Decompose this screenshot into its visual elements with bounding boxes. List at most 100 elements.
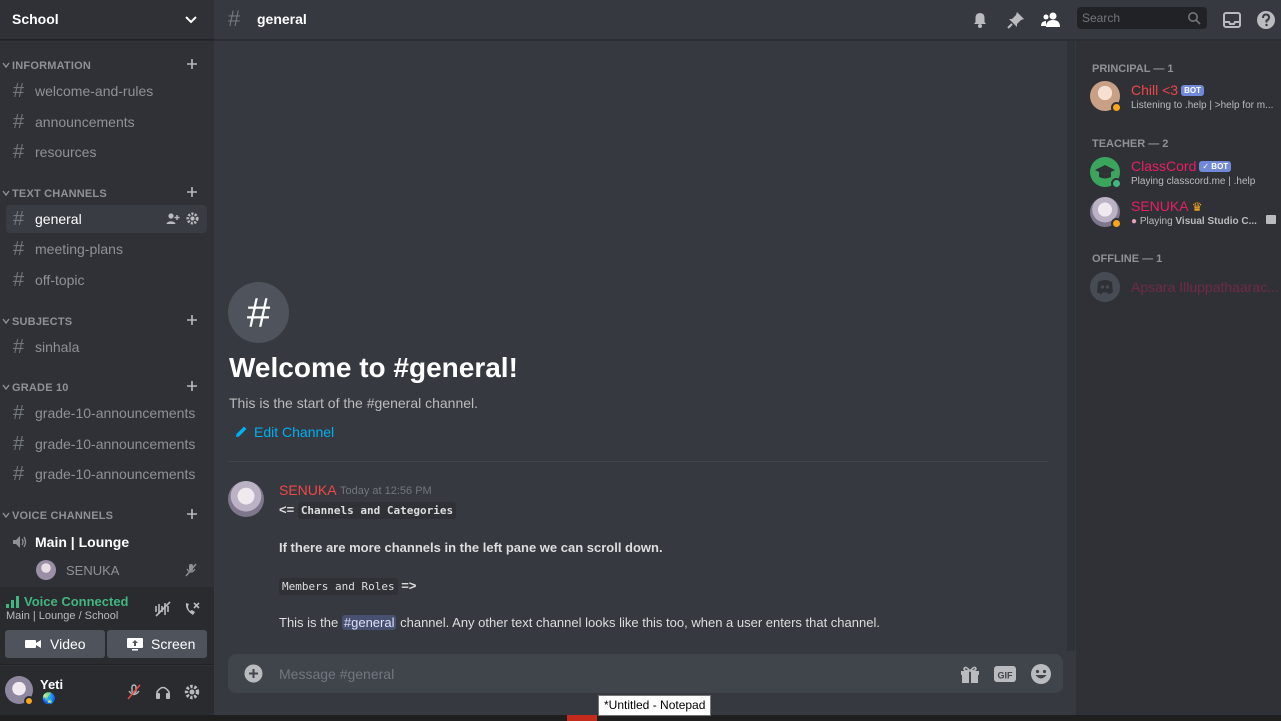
channel-label: general [35, 211, 82, 227]
status-indicator [1111, 178, 1122, 189]
inline-code: Channels and Categories [297, 502, 457, 519]
member-name: Apsara Illuppathaarac... [1131, 279, 1279, 295]
chat-scrollbar[interactable] [1067, 41, 1075, 651]
add-channel-icon[interactable] [186, 58, 198, 70]
category-information[interactable]: INFORMATION [0, 58, 214, 74]
welcome-title: Welcome to #general! [229, 352, 518, 383]
avatar [36, 560, 56, 580]
channel-label: grade-10-announcements [35, 405, 196, 421]
hash-icon: # [13, 433, 25, 455]
category-subjects[interactable]: SUBJECTS [0, 314, 214, 330]
channel-welcome-and-rules[interactable]: # welcome-and-rules [6, 77, 207, 105]
member-item[interactable]: SENUKA ♛ ● Playing Visual Studio C... [1090, 197, 1280, 233]
activity-name: Visual Studio C... [1175, 216, 1257, 227]
headphones-icon[interactable] [155, 684, 171, 700]
add-channel-icon[interactable] [186, 380, 198, 392]
search-input[interactable]: Search [1077, 7, 1207, 29]
add-channel-icon[interactable] [186, 186, 198, 198]
bot-badge: BOT [1181, 85, 1204, 96]
member-item[interactable]: Chill <3 BOT Listening to .help | >help f… [1090, 81, 1280, 117]
channel-label: meeting-plans [35, 241, 123, 257]
taskbar-tooltip: *Untitled - Notepad [598, 695, 712, 716]
message-input[interactable]: Message #general [279, 666, 394, 682]
member-activity: Listening to .help | >help for m... [1131, 100, 1274, 111]
message-line: This is the #general channel. Any other … [279, 615, 880, 630]
channel-label: resources [35, 144, 97, 160]
channel-meeting-plans[interactable]: # meeting-plans [6, 235, 207, 263]
channel-grade-10-announcements[interactable]: # grade-10-announcements [6, 430, 207, 458]
channel-header: # general Search [214, 0, 1281, 40]
taskbar-app-indicator[interactable] [567, 715, 597, 721]
hash-icon: # [13, 269, 25, 291]
category-voice-channels[interactable]: VOICE CHANNELS [0, 508, 214, 524]
voice-channel-label: Main | Lounge [35, 534, 130, 550]
add-attachment-icon[interactable] [244, 664, 263, 683]
member-item[interactable]: Apsara Illuppathaarac... [1090, 272, 1280, 308]
help-icon[interactable] [1256, 10, 1276, 30]
members-icon[interactable] [1041, 10, 1061, 30]
channel-off-topic[interactable]: # off-topic [6, 266, 207, 294]
user-panel: Yeti 🌏 [0, 666, 214, 721]
message-text: <= [279, 502, 295, 517]
bell-icon[interactable] [970, 10, 990, 30]
gif-label: GIF [998, 671, 1014, 681]
rich-presence-icon [1266, 215, 1276, 224]
hash-icon: # [13, 208, 25, 230]
channel-label: announcements [35, 114, 135, 130]
voice-channel-main-lounge[interactable]: Main | Lounge [6, 528, 207, 556]
message-area [214, 41, 1067, 653]
member-item[interactable]: ClassCord ✓ BOT Playing classcord.me | .h… [1090, 157, 1280, 193]
chevron-down-icon [2, 512, 10, 519]
inbox-icon[interactable] [1222, 10, 1242, 30]
message-author[interactable]: SENUKA [279, 482, 337, 498]
gift-icon[interactable] [959, 663, 981, 685]
channel-general[interactable]: # general [6, 205, 207, 233]
hash-icon: # [228, 6, 241, 31]
invite-user-icon[interactable] [166, 212, 180, 226]
category-label: SUBJECTS [12, 316, 73, 328]
chevron-down-icon [2, 190, 10, 197]
message-text: channel. Any other text channel looks li… [400, 615, 880, 630]
server-name: School [12, 11, 59, 27]
voice-connection-panel: Voice Connected Main | Lounge / School V… [0, 587, 214, 665]
username[interactable]: Yeti [40, 677, 63, 692]
channel-announcements[interactable]: # announcements [6, 108, 207, 136]
gear-icon[interactable] [186, 212, 199, 225]
add-channel-icon[interactable] [186, 314, 198, 326]
message-line: <= Channels and Categories [279, 502, 457, 519]
message-text: This is the [279, 615, 339, 630]
voice-status[interactable]: Voice Connected [24, 594, 129, 609]
channel-sinhala[interactable]: # sinhala [6, 333, 207, 361]
category-text-channels[interactable]: TEXT CHANNELS [0, 186, 214, 202]
category-grade-10[interactable]: GRADE 10 [0, 380, 214, 396]
channel-label: off-topic [35, 272, 85, 288]
screen-share-button[interactable]: Screen [107, 630, 207, 658]
category-label: TEXT CHANNELS [12, 188, 107, 200]
server-header[interactable]: School [0, 0, 214, 40]
channel-grade-10-announcements[interactable]: # grade-10-announcements [6, 399, 207, 427]
hash-icon: # [13, 336, 25, 358]
gif-icon[interactable]: GIF [994, 663, 1016, 685]
channel-mention[interactable]: #general [341, 615, 397, 630]
gear-icon[interactable] [184, 684, 200, 700]
discord-window: School INFORMATION # welcome-and-rules #… [0, 0, 1281, 721]
voice-location[interactable]: Main | Lounge / School [6, 610, 118, 622]
voice-participant[interactable]: SENUKA [36, 558, 206, 582]
member-name: SENUKA ♛ [1131, 198, 1202, 214]
muted-mic-icon[interactable] [126, 684, 142, 700]
channel-hash-icon: # [228, 282, 289, 343]
disconnect-icon[interactable] [183, 600, 201, 618]
earth-icon: 🌏 [42, 693, 56, 705]
avatar[interactable] [228, 481, 264, 517]
emoji-icon[interactable] [1030, 663, 1052, 685]
add-channel-icon[interactable] [186, 508, 198, 520]
pin-icon[interactable] [1006, 10, 1026, 30]
video-button[interactable]: Video [5, 630, 105, 658]
noise-suppression-icon[interactable] [154, 600, 172, 618]
member-name-text: Chill <3 [1131, 82, 1179, 98]
hash-icon: # [13, 80, 25, 102]
message-composer[interactable]: Message #general GIF [228, 654, 1063, 693]
edit-channel-link[interactable]: Edit Channel [235, 424, 334, 440]
channel-resources[interactable]: # resources [6, 138, 207, 166]
channel-grade-10-announcements[interactable]: # grade-10-announcements [6, 460, 207, 488]
